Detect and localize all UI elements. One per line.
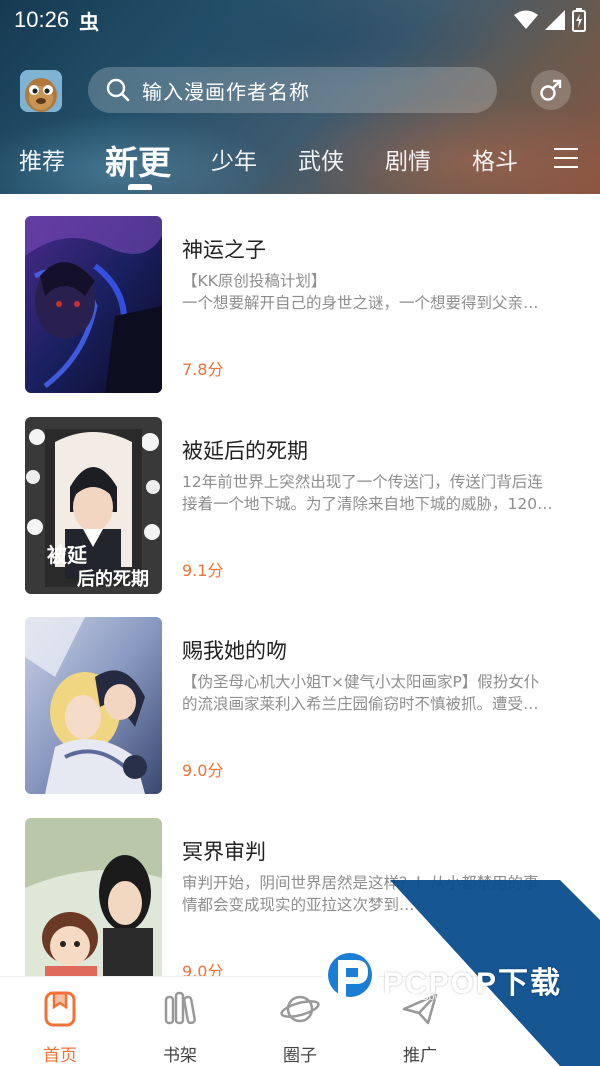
cover-title-art: 后的死期 (77, 568, 149, 590)
comic-score: 7.8分 (182, 360, 224, 379)
list-item[interactable]: 赐我她的吻 【伪圣母心机大小姐T×健气小太阳画家P】假扮女仆 的流浪画家莱利入希… (0, 595, 600, 795)
desc-line: 接着一个地下城。为了清除来自地下城的威胁，120… (182, 495, 553, 513)
tab-fighting[interactable]: 格斗 (472, 142, 518, 176)
tab-shounen[interactable]: 少年 (211, 142, 257, 176)
status-time: 10:26 (14, 7, 70, 32)
nav-home[interactable]: 首页 (20, 989, 100, 1066)
wifi-icon (514, 10, 538, 29)
comic-title: 神运之子 (182, 238, 266, 262)
comic-cover[interactable]: 被延 后的死期 (25, 417, 162, 594)
comic-description: 审判开始，阴间世界居然是这样？！从小都禁用的事 情都会变成现实的亚拉这次梦到… (182, 872, 572, 916)
desc-line: 情都会变成现实的亚拉这次梦到… (182, 896, 415, 914)
desc-line: 审判开始，阴间世界居然是这样？！从小都禁用的事 (182, 874, 539, 892)
tab-wuxia[interactable]: 武侠 (298, 142, 344, 176)
signal-icon (545, 10, 565, 30)
comic-score: 9.0分 (182, 962, 224, 976)
comic-description: 【KK原创投稿计划】 一个想要解开自己的身世之谜，一个想要得到父亲… (182, 270, 572, 314)
home-book-icon (44, 991, 76, 1027)
active-tab-indicator (128, 184, 152, 190)
comic-cover[interactable] (25, 216, 162, 393)
nav-label: 推广 (403, 1046, 437, 1066)
category-menu-icon[interactable] (554, 148, 578, 170)
nav-label: 圈子 (283, 1046, 317, 1066)
header: 10:26 虫 输入漫画作者名称 推荐 新更 少年 武侠 剧情 格斗 (0, 0, 600, 194)
battery-icon (572, 8, 586, 32)
comic-title: 赐我她的吻 (182, 639, 287, 663)
desc-line: 【KK原创投稿计划】 (182, 272, 327, 290)
debug-bug-icon: 虫 (79, 9, 100, 34)
list-item[interactable]: 被延 后的死期 被延后的死期 12年前世界上突然出现了一个传送门，传送门背后连 … (0, 395, 600, 595)
planet-icon (280, 995, 320, 1023)
nav-circle[interactable]: 圈子 (260, 989, 340, 1066)
search-bar[interactable]: 输入漫画作者名称 (88, 67, 497, 113)
desc-line: 的流浪画家莱利入希兰庄园偷窃时不慎被抓。遭受… (182, 695, 539, 713)
comic-title: 被延后的死期 (182, 439, 308, 463)
search-placeholder: 输入漫画作者名称 (142, 79, 310, 104)
desc-line: 【伪圣母心机大小姐T×健气小太阳画家P】假扮女仆 (182, 673, 540, 691)
status-bar: 10:26 虫 (0, 0, 600, 40)
male-symbol-icon (540, 79, 562, 101)
comic-description: 【伪圣母心机大小姐T×健气小太阳画家P】假扮女仆 的流浪画家莱利入希兰庄园偷窃时… (182, 671, 572, 715)
nav-bookshelf[interactable]: 书架 (140, 989, 220, 1066)
comic-score: 9.1分 (182, 561, 224, 580)
bookshelf-icon (164, 991, 196, 1025)
cover-title-art: 被延 (47, 543, 88, 567)
tab-new-update[interactable]: 新更 (105, 136, 171, 184)
comic-cover[interactable] (25, 818, 162, 976)
comic-title: 冥界审判 (182, 840, 266, 864)
tab-recommend[interactable]: 推荐 (19, 142, 65, 176)
watermark-sub: PCPOP Download (384, 992, 467, 1003)
gender-switch-button[interactable] (531, 70, 571, 110)
list-item[interactable]: 冥界审判 审判开始，阴间世界居然是这样？！从小都禁用的事 情都会变成现实的亚拉这… (0, 796, 600, 976)
comic-list: 神运之子 【KK原创投稿计划】 一个想要解开自己的身世之谜，一个想要得到父亲… … (0, 194, 600, 976)
tab-drama[interactable]: 剧情 (385, 142, 431, 176)
desc-line: 12年前世界上突然出现了一个传送门，传送门背后连 (182, 473, 543, 491)
search-icon (106, 78, 130, 102)
nav-label: 书架 (163, 1046, 197, 1066)
nav-label: 首页 (43, 1046, 77, 1066)
avatar[interactable] (20, 70, 62, 112)
comic-description: 12年前世界上突然出现了一个传送门，传送门背后连 接着一个地下城。为了清除来自地… (182, 471, 572, 515)
comic-cover[interactable] (25, 617, 162, 794)
category-tabs: 推荐 新更 少年 武侠 剧情 格斗 (0, 132, 600, 188)
list-item[interactable]: 神运之子 【KK原创投稿计划】 一个想要解开自己的身世之谜，一个想要得到父亲… … (0, 194, 600, 394)
desc-line: 一个想要解开自己的身世之谜，一个想要得到父亲… (182, 294, 539, 312)
comic-score: 9.0分 (182, 761, 224, 780)
